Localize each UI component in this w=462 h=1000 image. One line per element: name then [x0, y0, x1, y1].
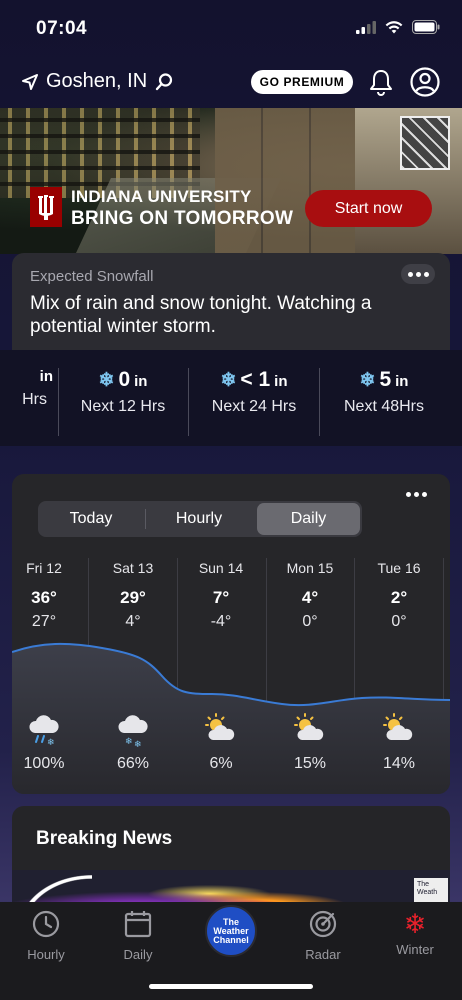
- svg-text:❄: ❄: [47, 738, 55, 748]
- iu-logo-icon: [30, 187, 62, 227]
- profile-avatar-icon[interactable]: [410, 67, 440, 97]
- forecast-more-button[interactable]: [399, 484, 433, 504]
- snowfall-strip[interactable]: in Hrs ❄ 0 in Next 12 Hrs ❄ < 1 in Next 24…: [0, 350, 462, 446]
- forecast-card: Today Hourly Daily Fri 12 36° 27° Sat 13…: [12, 474, 450, 794]
- tab-today[interactable]: Today: [40, 503, 142, 535]
- radar-icon: [309, 910, 337, 938]
- snowflake-icon: ❄: [98, 370, 115, 391]
- day-column-sat[interactable]: Sat 13 29° 4°: [89, 560, 177, 631]
- location-name: Goshen, IN: [46, 70, 148, 92]
- partly-cloudy-icon: [266, 712, 354, 748]
- location-selector[interactable]: Goshen, IN: [22, 70, 173, 93]
- day-high-temp: 2°: [390, 588, 408, 607]
- snowfall-item-24h: ❄ < 1 in Next 24 Hrs: [189, 368, 319, 416]
- tab-winter-nav[interactable]: ❄ Winter: [369, 910, 461, 957]
- ad-banner[interactable]: INDIANA UNIVERSITY BRING ON TOMORROW Sta…: [0, 108, 462, 254]
- breaking-news-title: Breaking News: [36, 828, 173, 849]
- snowfall-item-48h: ❄ 5 in Next 48Hrs: [319, 368, 449, 416]
- status-icons: [356, 20, 440, 34]
- ad-background-wall: [215, 108, 355, 254]
- snowfall-period: Next 12 Hrs: [80, 398, 166, 415]
- expected-snowfall-card[interactable]: Expected Snowfall Mix of rain and snow t…: [12, 253, 450, 350]
- snowfall-item-12h: ❄ 0 in Next 12 Hrs: [58, 368, 188, 416]
- day-high-temp: 36°: [31, 588, 57, 607]
- snowfall-amount: 5: [379, 368, 392, 391]
- ad-headline-1: INDIANA UNIVERSITY: [71, 187, 252, 206]
- calendar-icon: [124, 911, 152, 938]
- day-high-temp: 7°: [212, 588, 230, 607]
- snowfall-unit: in: [39, 368, 53, 385]
- snowfall-message: Mix of rain and snow tonight. Watching a…: [30, 293, 372, 337]
- snowfall-unit: in: [134, 373, 148, 390]
- search-icon: [155, 72, 173, 90]
- snowfall-amount: 0: [118, 368, 131, 391]
- ad-start-now-button[interactable]: Start now: [305, 190, 432, 227]
- day-name: Sat 13: [112, 560, 154, 576]
- precip-chance: 15%: [293, 755, 327, 772]
- forecast-segmented-control: Today Hourly Daily: [38, 501, 362, 537]
- snowfall-period: Next 48Hrs: [343, 398, 425, 415]
- day-high-temp: 29°: [120, 588, 146, 607]
- home-indicator: [149, 984, 313, 989]
- battery-icon: [412, 20, 440, 34]
- clock-icon: [32, 910, 60, 938]
- tab-daily[interactable]: Daily: [257, 503, 360, 535]
- signal-icon: [356, 20, 376, 34]
- snowfall-amount: < 1: [240, 368, 271, 391]
- day-name: Fri 12: [26, 560, 62, 576]
- notifications-bell-icon[interactable]: [369, 68, 393, 96]
- snowfall-period: Next 24 Hrs: [211, 398, 297, 415]
- snow-cloud-icon: ❄ ❄: [89, 712, 177, 748]
- weather-channel-logo[interactable]: The Weather Channel: [205, 905, 257, 957]
- tab-hourly-nav[interactable]: Hourly: [0, 910, 92, 962]
- snowflake-icon: ❄: [359, 370, 376, 391]
- day-name: Sun 14: [198, 560, 244, 576]
- app-header: Goshen, IN GO PREMIUM: [0, 58, 462, 108]
- precip-chance: 14%: [382, 755, 416, 772]
- ad-headline-2: BRING ON TOMORROW: [71, 208, 294, 229]
- tab-label: Winter: [396, 942, 434, 957]
- snowfall-title: Expected Snowfall: [30, 268, 154, 285]
- tab-daily-nav[interactable]: Daily: [92, 910, 184, 962]
- wifi-icon: [385, 20, 403, 33]
- partly-cloudy-icon: [355, 712, 443, 748]
- day-high-temp: 4°: [301, 588, 319, 607]
- precip-chance: 100%: [23, 755, 65, 772]
- tab-label: Radar: [305, 947, 341, 962]
- segment-separator: [145, 509, 146, 529]
- snowfall-unit: in: [395, 373, 409, 390]
- tab-label: Hourly: [27, 947, 65, 962]
- snowfall-unit: in: [274, 373, 288, 390]
- snowfall-more-button[interactable]: [401, 264, 435, 284]
- day-name: Mon 15: [286, 560, 334, 576]
- status-bar: 07:04: [0, 0, 462, 58]
- precip-chance: 66%: [116, 755, 150, 772]
- location-arrow-icon: [22, 73, 38, 90]
- tab-radar-nav[interactable]: Radar: [277, 910, 369, 962]
- snowflake-icon: ❄: [220, 370, 237, 391]
- day-column-fri[interactable]: Fri 12 36° 27°: [12, 560, 88, 631]
- day-column-tue[interactable]: Tue 16 2° 0°: [355, 560, 443, 631]
- day-column-sun[interactable]: Sun 14 7° -4°: [177, 560, 265, 631]
- partly-cloudy-icon: [177, 712, 265, 748]
- tab-label: Daily: [123, 947, 153, 962]
- svg-text:❄: ❄: [125, 737, 133, 747]
- tab-hourly[interactable]: Hourly: [148, 503, 250, 535]
- day-column-mon[interactable]: Mon 15 4° 0°: [266, 560, 354, 631]
- ad-background-window: [400, 116, 450, 170]
- precip-chance: 6%: [209, 755, 233, 772]
- go-premium-button[interactable]: GO PREMIUM: [251, 70, 353, 94]
- status-time: 07:04: [36, 18, 88, 39]
- day-name: Tue 16: [377, 560, 421, 576]
- svg-text:❄: ❄: [134, 740, 142, 748]
- snowflake-icon: ❄: [403, 909, 427, 939]
- rain-snow-icon: ❄: [12, 712, 88, 748]
